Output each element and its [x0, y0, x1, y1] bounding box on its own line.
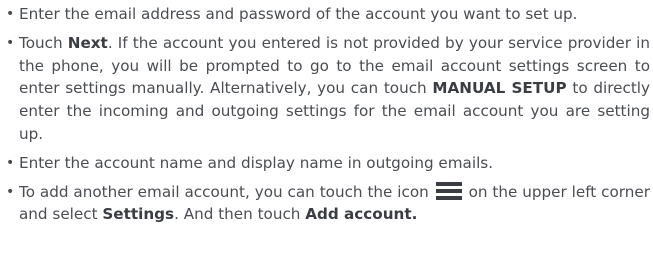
bullet-point: •	[6, 154, 15, 171]
list-item: • Enter the email address and password o…	[6, 3, 650, 26]
bullet-point: •	[6, 6, 15, 22]
item-text: Touch	[19, 33, 68, 52]
item-text: .	[411, 205, 418, 224]
add-account-label: Add account	[305, 205, 412, 224]
list-item: • To add another email account, you can …	[6, 181, 650, 227]
instruction-list: • Enter the email address and password o…	[6, 3, 650, 232]
item-text: Enter the account name and display name …	[19, 153, 494, 172]
list-item: • Enter the account name and display nam…	[6, 152, 650, 175]
item-text: . And then touch	[174, 205, 306, 224]
list-item: • Touch Next. If the account you entered…	[6, 32, 650, 146]
bullet-point: •	[6, 34, 15, 51]
bullet-point: •	[6, 183, 15, 200]
item-text: Enter the email address and password of …	[19, 5, 578, 23]
settings-label: Settings	[102, 205, 175, 224]
item-text: To add another email account, you can to…	[19, 182, 429, 201]
menu-icon	[435, 181, 462, 200]
next-label: Next	[67, 33, 108, 52]
manual-setup-label: MANUAL SETUP	[432, 79, 567, 98]
